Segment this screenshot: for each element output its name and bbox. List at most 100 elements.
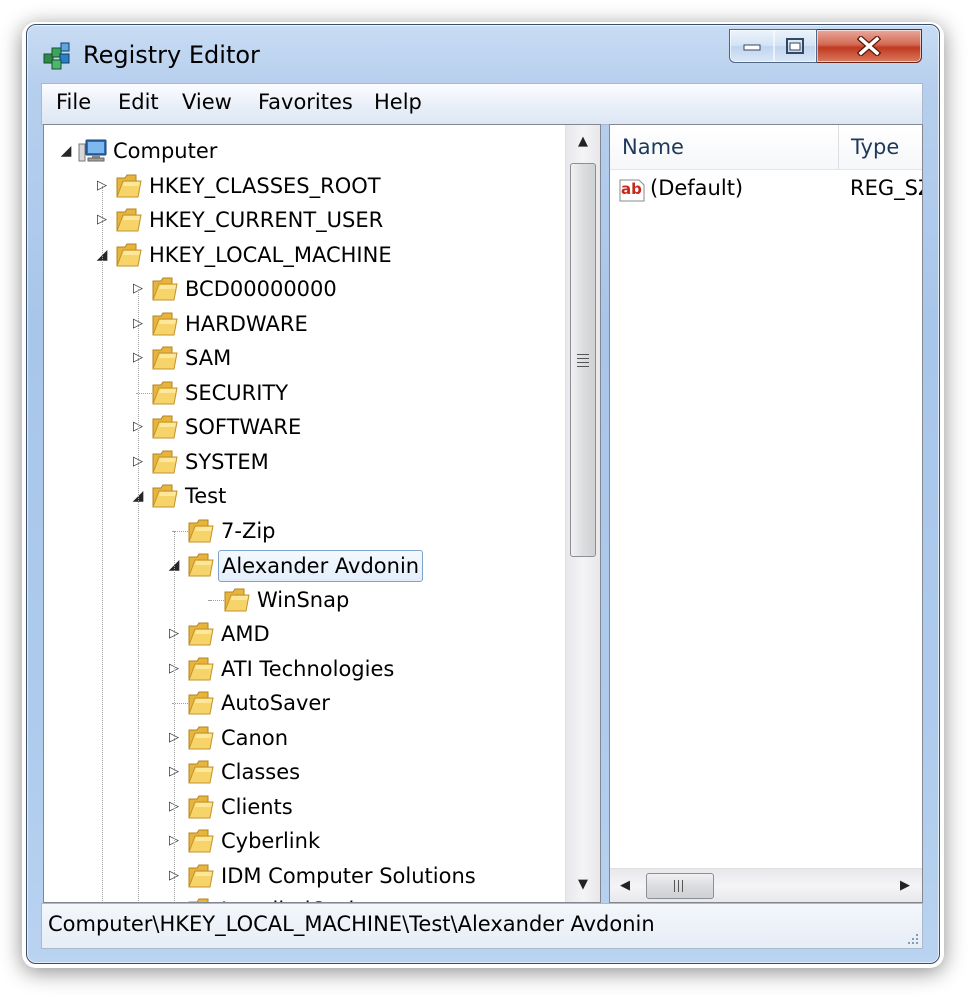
close-button[interactable] xyxy=(817,29,922,63)
menu-bar: File Edit View Favorites Help xyxy=(41,83,923,125)
registry-editor-icon xyxy=(43,42,70,70)
menu-view[interactable]: View xyxy=(182,90,232,114)
resize-grip-icon[interactable] xyxy=(904,930,920,946)
tree-node[interactable]: ▷ BCD00000000 xyxy=(44,272,564,306)
folder-icon xyxy=(116,243,142,266)
folder-icon xyxy=(188,519,214,542)
window-title: Registry Editor xyxy=(83,41,260,69)
tree-vertical-scrollbar[interactable]: ▲ ▼ xyxy=(565,125,600,902)
tree-node-label[interactable]: Classes xyxy=(218,757,303,787)
registry-values-list[interactable]: Name Type ab (Default) REG_SZ ◀ ▶ xyxy=(609,124,923,903)
tree-node-label[interactable]: SAM xyxy=(182,343,234,373)
folder-icon xyxy=(188,726,214,749)
menu-file[interactable]: File xyxy=(56,90,91,114)
tree-node-label[interactable]: SOFTWARE xyxy=(182,412,304,442)
tree-node[interactable]: ▷ HKEY_CURRENT_USER xyxy=(44,203,564,237)
tree-node[interactable]: ▷ SAM xyxy=(44,341,564,375)
svg-text:ab: ab xyxy=(621,180,642,198)
tree-node[interactable]: ▷ HKEY_CLASSES_ROOT xyxy=(44,169,564,203)
tree-node-label[interactable]: SYSTEM xyxy=(182,447,272,477)
tree-node-label[interactable]: IDM Computer Solutions xyxy=(218,861,479,891)
tree-node-label[interactable]: HKEY_LOCAL_MACHINE xyxy=(146,240,395,270)
tree-node-label[interactable]: HARDWARE xyxy=(182,309,311,339)
collapse-arrow-icon[interactable]: ◢ xyxy=(58,134,74,168)
tree-node[interactable]: ▷ SYSTEM xyxy=(44,445,564,479)
scroll-up-arrow-icon[interactable]: ▲ xyxy=(566,125,600,159)
scroll-left-arrow-icon[interactable]: ◀ xyxy=(610,869,640,902)
tree-node[interactable]: WinSnap xyxy=(44,583,564,617)
menu-help[interactable]: Help xyxy=(374,90,422,114)
folder-icon xyxy=(188,795,214,818)
tree-node-label[interactable]: ATI Technologies xyxy=(218,654,397,684)
tree-node[interactable]: ◢ HKEY_LOCAL_MACHINE xyxy=(44,238,564,272)
folder-icon xyxy=(188,898,209,902)
string-value-icon: ab xyxy=(619,179,645,202)
registry-key-tree[interactable]: ◢ Computer ▷ HKEY_CLASSES_ROOT ▷ HKEY_CURRENT… xyxy=(43,124,601,903)
tree-node-label[interactable]: AMD xyxy=(218,619,273,649)
tree-node[interactable]: ◢ Test xyxy=(44,479,564,513)
folder-icon xyxy=(152,312,178,335)
column-header-name-label: Name xyxy=(622,135,684,159)
tree-node-label[interactable]: WinSnap xyxy=(254,585,352,615)
folder-icon xyxy=(152,450,178,473)
folder-icon xyxy=(188,864,214,887)
tree-node[interactable]: ▷ ATI Technologies xyxy=(44,652,564,686)
maximize-icon xyxy=(786,38,804,54)
column-header-type-label: Type xyxy=(851,135,900,159)
minimize-button[interactable] xyxy=(729,29,775,63)
tree-node-label[interactable]: Computer xyxy=(110,136,220,166)
tree-node-label[interactable]: Clients xyxy=(218,792,296,822)
tree-node-label[interactable]: HKEY_CLASSES_ROOT xyxy=(146,171,384,201)
menu-favorites[interactable]: Favorites xyxy=(258,90,353,114)
tree-node[interactable]: 7-Zip xyxy=(44,514,564,548)
column-header-name[interactable]: Name xyxy=(610,125,839,170)
computer-icon xyxy=(78,139,107,162)
tree-node[interactable]: ◢ Alexander Avdonin xyxy=(44,548,564,582)
tree-node-label[interactable]: Cyberlink xyxy=(218,826,323,856)
pane-splitter[interactable] xyxy=(599,124,609,901)
tree-node[interactable]: AutoSaver xyxy=(44,686,564,720)
tree-node[interactable]: ▷ HARDWARE xyxy=(44,307,564,341)
tree-node-label[interactable]: Test xyxy=(182,481,229,511)
registry-editor-window: Registry Editor File Edit View Favorites… xyxy=(26,24,940,964)
tree-node[interactable]: ▷ SOFTWARE xyxy=(44,410,564,444)
value-name: (Default) xyxy=(650,176,744,200)
tree-node[interactable]: ▷ IDM Computer Solutions xyxy=(44,859,564,893)
tree-node-label[interactable]: BCD00000000 xyxy=(182,274,340,304)
tree-content: ◢ Computer ▷ HKEY_CLASSES_ROOT ▷ HKEY_CURRENT… xyxy=(44,125,564,902)
folder-icon xyxy=(188,553,214,577)
maximize-button[interactable] xyxy=(774,29,817,63)
list-horizontal-scrollbar[interactable]: ◀ ▶ xyxy=(610,868,922,902)
tree-node[interactable]: ▷ Canon xyxy=(44,721,564,755)
close-icon xyxy=(857,36,881,56)
tree-node-label[interactable]: InstalledOptions xyxy=(218,895,395,902)
tree-node[interactable]: ▷ Classes xyxy=(44,755,564,789)
folder-icon xyxy=(188,691,214,715)
scroll-down-arrow-icon[interactable]: ▼ xyxy=(566,868,600,902)
tree-node[interactable]: ▷ Clients xyxy=(44,790,564,824)
tree-node-label[interactable]: SECURITY xyxy=(182,378,291,408)
selected-tree-node-label[interactable]: Alexander Avdonin xyxy=(218,550,424,582)
tree-node-label[interactable]: AutoSaver xyxy=(218,688,333,718)
tree-scrollbar-thumb[interactable] xyxy=(570,163,596,557)
title-bar[interactable]: Registry Editor xyxy=(27,25,939,83)
folder-icon xyxy=(188,622,214,646)
tree-node[interactable]: SECURITY xyxy=(44,376,564,410)
menu-edit[interactable]: Edit xyxy=(118,90,159,114)
tree-node[interactable]: ▷ Cyberlink xyxy=(44,824,564,858)
tree-node[interactable]: ▷ AMD xyxy=(44,617,564,651)
column-header-type[interactable]: Type xyxy=(839,125,922,170)
tree-node[interactable]: ◢ Computer xyxy=(44,134,564,168)
tree-node-label[interactable]: 7-Zip xyxy=(218,516,279,546)
tree-node-label[interactable]: Canon xyxy=(218,723,291,753)
scroll-right-arrow-icon[interactable]: ▶ xyxy=(890,869,920,902)
list-scrollbar-thumb[interactable] xyxy=(646,873,714,899)
folder-icon xyxy=(152,381,178,404)
tree-node[interactable]: InstalledOptions xyxy=(44,893,564,902)
folder-icon xyxy=(188,657,214,680)
folder-icon xyxy=(188,760,214,784)
folder-icon xyxy=(152,415,178,439)
list-item[interactable]: ab (Default) REG_SZ xyxy=(610,171,922,205)
tree-node-label[interactable]: HKEY_CURRENT_USER xyxy=(146,205,386,235)
folder-icon xyxy=(152,346,178,370)
